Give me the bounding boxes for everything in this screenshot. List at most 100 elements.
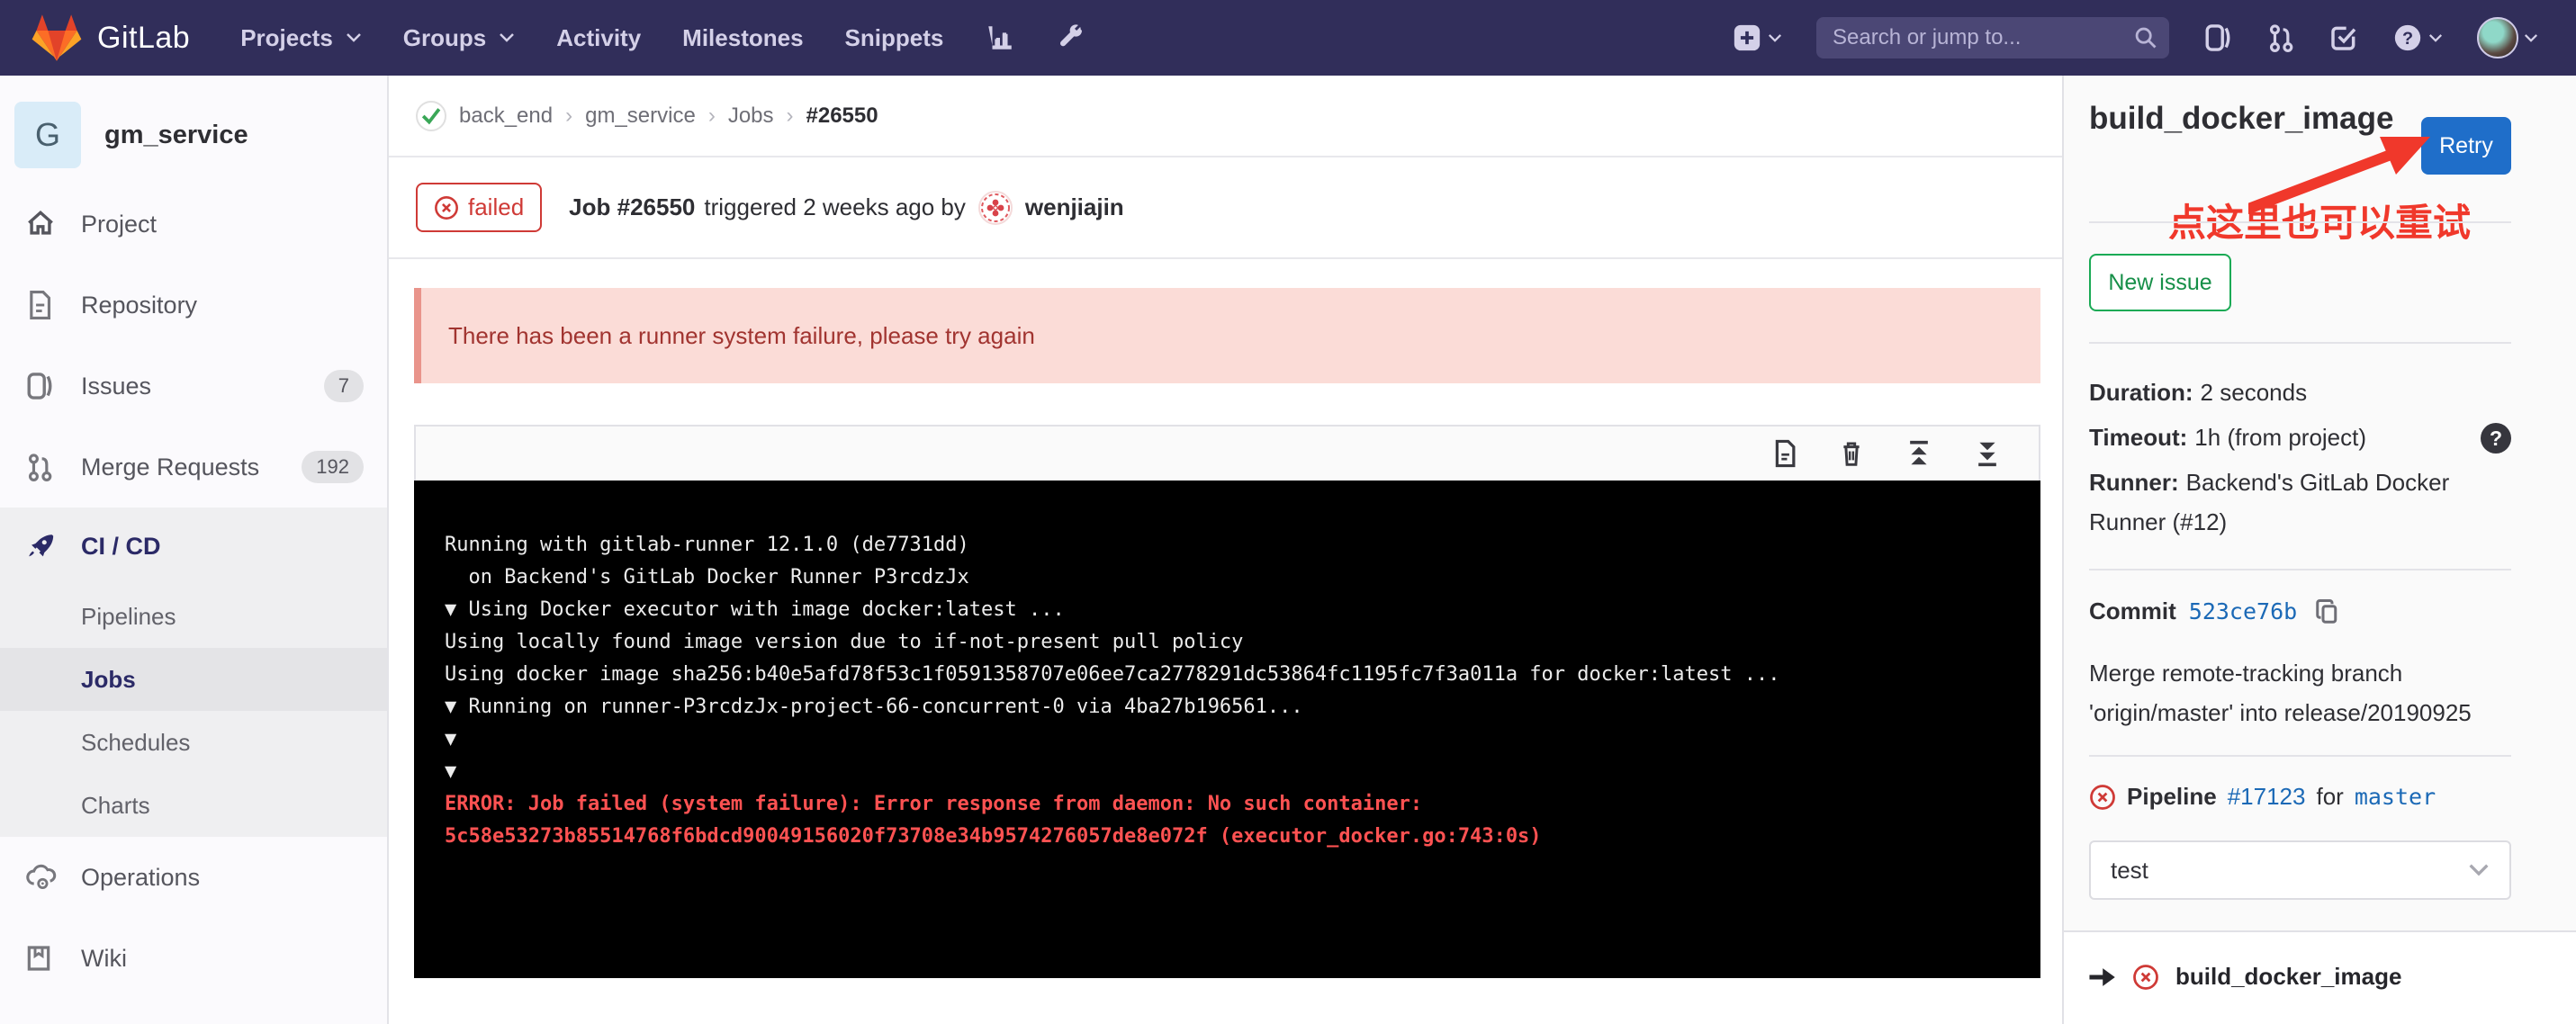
gitlab-logo[interactable]: GitLab	[31, 13, 190, 63]
log-error-line: 5c58e53273b85514768f6bdcd90049156020f737…	[445, 821, 2013, 853]
new-menu-button[interactable]	[1732, 22, 1782, 53]
job-status-badge[interactable]: failed	[416, 183, 542, 232]
current-job-arrow-icon	[2087, 966, 2116, 988]
pipeline-jobs-section: build_docker_image	[2064, 930, 2576, 1024]
job-log-output: Running with gitlab-runner 12.1.0 (de773…	[414, 481, 2040, 978]
erase-log-icon[interactable]	[1839, 439, 1864, 468]
job-name-title: build_docker_image	[2089, 99, 2411, 139]
issues-dashboard-icon[interactable]	[2203, 22, 2232, 53]
book-icon	[25, 944, 58, 973]
sidebar-item-merge-requests[interactable]: Merge Requests 192	[0, 427, 387, 508]
timeout-row: Timeout: 1h (from project) ?	[2089, 418, 2511, 457]
copy-commit-icon[interactable]	[2315, 598, 2340, 625]
chevron-down-icon	[2524, 33, 2538, 43]
navbar-links: Projects Groups Activity Milestones Snip…	[240, 22, 1085, 53]
job-header: failed Job #26550 triggered 2 weeks ago …	[389, 157, 2062, 259]
retry-button[interactable]: Retry	[2421, 117, 2511, 175]
sidebar-item-cicd[interactable]: CI / CD	[0, 508, 387, 585]
nav-milestones[interactable]: Milestones	[682, 24, 803, 52]
pipeline-link[interactable]: #17123	[2228, 783, 2306, 811]
project-name: gm_service	[104, 121, 248, 150]
show-raw-icon[interactable]	[1772, 439, 1797, 468]
sidebar-item-repository[interactable]: Repository	[0, 265, 387, 346]
chevron-down-icon	[2428, 33, 2443, 43]
log-line: Running with gitlab-runner 12.1.0 (de773…	[445, 529, 2013, 561]
nav-groups[interactable]: Groups	[403, 24, 515, 52]
plus-square-icon	[1732, 22, 1762, 53]
breadcrumb: back_end › gm_service › Jobs › #26550	[389, 76, 2062, 157]
status-failed-icon	[434, 195, 459, 220]
home-icon	[25, 209, 58, 239]
issues-count-badge: 7	[324, 370, 364, 402]
sidebar-item-issues[interactable]: Issues 7	[0, 346, 387, 427]
job-log: Running with gitlab-runner 12.1.0 (de773…	[414, 425, 2040, 978]
admin-wrench-icon[interactable]	[1057, 23, 1085, 52]
search-input[interactable]	[1816, 17, 2169, 58]
sidebar-item-schedules[interactable]: Schedules	[0, 711, 387, 774]
stage-dropdown[interactable]: test	[2089, 840, 2511, 900]
merge-request-icon	[25, 452, 58, 482]
nav-snippets[interactable]: Snippets	[845, 24, 944, 52]
job-header-text: Job #26550 triggered 2 weeks ago by wenj…	[569, 191, 1124, 225]
project-avatar: G	[14, 102, 81, 168]
pipeline-failed-icon	[2089, 784, 2116, 811]
runner-row: Runner:Backend's GitLab Docker Runner (#…	[2089, 463, 2511, 542]
log-section-toggle[interactable]: ▼ Using Docker executor with image docke…	[445, 594, 2013, 626]
navbar-right: ?	[1732, 17, 2538, 58]
log-line: Using docker image sha256:b40e5afd78f53c…	[445, 659, 2013, 691]
chevron-down-icon	[346, 32, 362, 43]
sidebar-item-charts[interactable]: Charts	[0, 774, 387, 837]
navbar-left: GitLab Projects Groups Activity Mileston…	[0, 0, 1085, 76]
breadcrumb-group[interactable]: back_end	[459, 103, 553, 129]
rocket-icon	[25, 531, 58, 561]
breadcrumb-jobs[interactable]: Jobs	[728, 103, 774, 129]
log-line: on Backend's GitLab Docker Runner P3rcdz…	[445, 561, 2013, 594]
commit-message: Merge remote-tracking branch 'origin/mas…	[2089, 653, 2522, 732]
pipeline-job-name: build_docker_image	[2175, 963, 2401, 991]
author-name[interactable]: wenjiajin	[1025, 193, 1124, 221]
log-section-toggle[interactable]: ▼ Running on runner-P3rcdzJx-project-66-…	[445, 691, 2013, 723]
help-menu-icon[interactable]: ?	[2392, 22, 2443, 53]
log-section-toggle[interactable]: ▼	[445, 723, 2013, 756]
pipeline-ref-link[interactable]: master	[2355, 784, 2436, 810]
runner-failure-alert: There has been a runner system failure, …	[414, 288, 2040, 383]
charts-icon[interactable]	[985, 22, 1015, 53]
sidebar-item-jobs[interactable]: Jobs	[0, 648, 387, 711]
scroll-to-top-icon[interactable]	[1905, 439, 1932, 468]
sidebar-item-project[interactable]: Project	[0, 184, 387, 265]
gitlab-job-page: GitLab Projects Groups Activity Mileston…	[0, 0, 2576, 1024]
sidebar-menu: Project Repository Issues 7 Merge Reques…	[0, 184, 387, 999]
sidebar-item-pipelines[interactable]: Pipelines	[0, 585, 387, 648]
log-line: Using locally found image version due to…	[445, 626, 2013, 659]
group-avatar	[416, 101, 446, 131]
divider	[2089, 342, 2511, 344]
project-sidebar: G gm_service Project Repository Issues 7…	[0, 76, 389, 1024]
breadcrumb-project[interactable]: gm_service	[585, 103, 696, 129]
file-icon	[25, 290, 58, 320]
chevron-down-icon	[1768, 33, 1782, 43]
todos-icon[interactable]	[2329, 23, 2358, 52]
pipeline-row: Pipeline #17123 for master	[2089, 783, 2436, 811]
commit-sha-link[interactable]: 523ce76b	[2189, 598, 2297, 624]
log-section-toggle[interactable]: ▼	[445, 756, 2013, 788]
scroll-to-bottom-icon[interactable]	[1974, 439, 2001, 468]
nav-projects[interactable]: Projects	[240, 24, 362, 52]
project-header[interactable]: G gm_service	[0, 76, 387, 176]
job-sidebar: build_docker_image Retry 点这里也可以重试 New is…	[2062, 76, 2576, 1024]
search-icon	[2133, 25, 2158, 50]
global-search	[1816, 17, 2169, 58]
sidebar-item-operations[interactable]: Operations	[0, 837, 387, 918]
timeout-help-icon[interactable]: ?	[2481, 423, 2511, 454]
nav-activity[interactable]: Activity	[556, 24, 641, 52]
new-issue-button[interactable]: New issue	[2089, 254, 2231, 311]
pipeline-job-item[interactable]: build_docker_image	[2087, 963, 2576, 991]
mr-count-badge: 192	[302, 451, 364, 483]
merge-requests-icon[interactable]	[2266, 22, 2295, 53]
divider	[2089, 569, 2511, 570]
cloud-gear-icon	[25, 863, 58, 892]
user-menu[interactable]	[2477, 17, 2538, 58]
log-error-line: ERROR: Job failed (system failure): Erro…	[445, 788, 2013, 821]
issues-icon	[25, 371, 58, 401]
sidebar-item-wiki[interactable]: Wiki	[0, 918, 387, 999]
author-avatar[interactable]	[978, 191, 1013, 225]
